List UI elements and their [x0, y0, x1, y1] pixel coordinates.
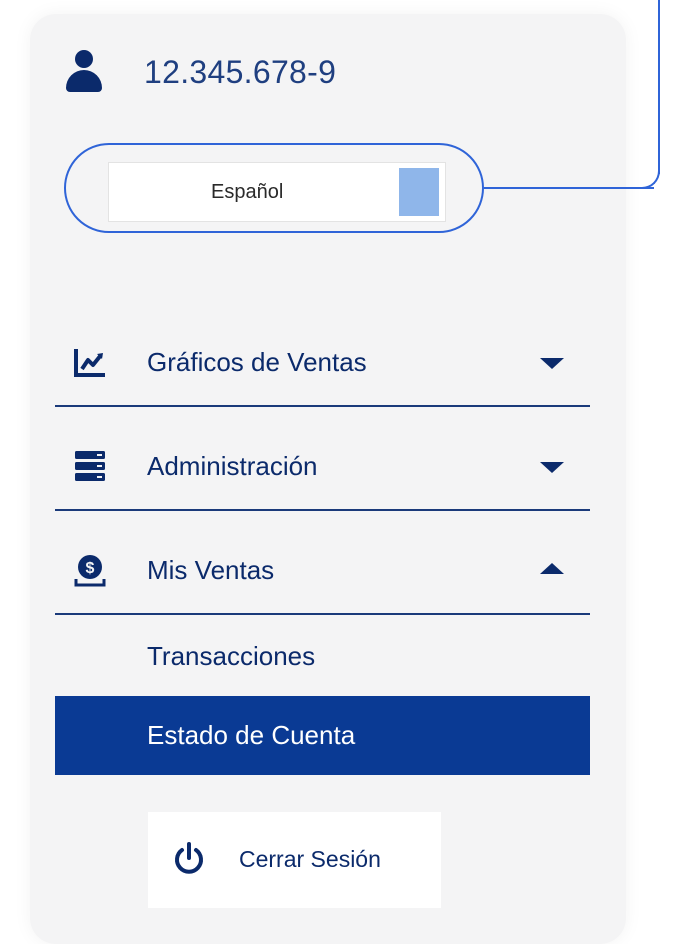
chevron-down-icon[interactable]	[540, 462, 564, 473]
logout-label: Cerrar Sesión	[239, 846, 381, 872]
power-icon	[175, 842, 203, 874]
menu-item-graficos-de-ventas[interactable]: Gráficos de Ventas	[55, 307, 590, 407]
user-id: 12.345.678-9	[144, 53, 337, 90]
submenu-item-label: Transacciones	[147, 641, 316, 671]
chevron-up-icon[interactable]	[540, 563, 564, 574]
menu-item-label: Administración	[147, 451, 318, 481]
logout-button[interactable]: Cerrar Sesión	[148, 812, 441, 908]
submenu-item-label: Estado de Cuenta	[147, 720, 356, 750]
money-bag-icon: $	[74, 555, 106, 587]
user-header: 12.345.678-9	[66, 50, 336, 94]
submenu-item-estado-de-cuenta[interactable]: Estado de Cuenta	[55, 696, 590, 775]
chart-line-icon	[74, 349, 105, 377]
server-icon	[75, 451, 105, 481]
menu-item-label: Gráficos de Ventas	[147, 347, 367, 377]
menu-item-label: Mis Ventas	[147, 555, 275, 585]
user-icon	[66, 50, 102, 94]
language-select[interactable]: Español	[108, 162, 446, 222]
menu-item-administracion[interactable]: Administración	[55, 411, 590, 511]
callout-corner	[640, 170, 660, 189]
submenu-item-transacciones[interactable]: Transacciones	[55, 617, 590, 696]
menu-item-mis-ventas[interactable]: $ Mis Ventas	[55, 515, 590, 615]
svg-text:$: $	[86, 560, 95, 577]
chevron-down-icon[interactable]	[540, 358, 564, 369]
callout-line-vertical	[658, 0, 660, 174]
language-dropdown-handle[interactable]	[399, 168, 439, 216]
language-selected-value: Español	[211, 181, 284, 203]
callout-line	[484, 187, 654, 189]
